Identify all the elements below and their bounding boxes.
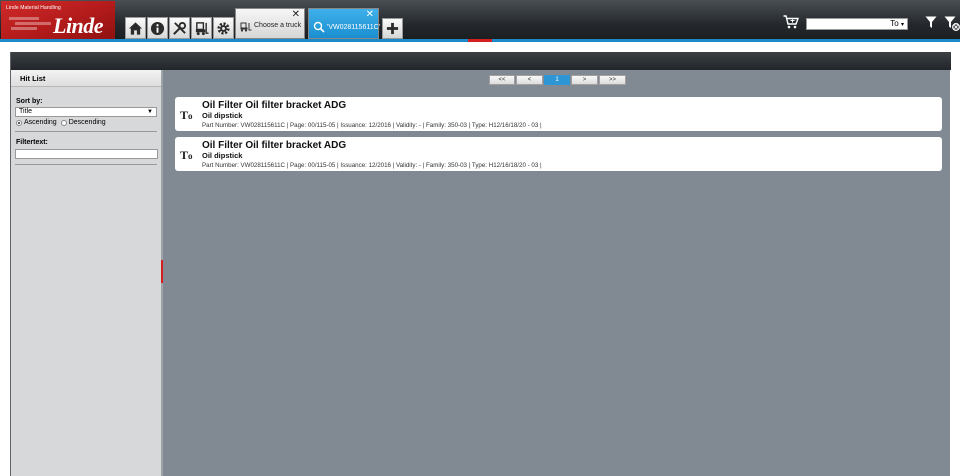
home-button[interactable] [125, 17, 146, 39]
ascending-radio[interactable] [16, 119, 22, 126]
result-title: Oil Filter Oil filter bracket ADG [202, 100, 347, 111]
divider [15, 164, 157, 165]
result-meta: Part Number: VW028115611C | Page: 00/115… [202, 162, 542, 169]
home-icon [128, 21, 143, 35]
frame-header-bar [11, 52, 951, 70]
search-icon [313, 21, 325, 33]
current-page-button[interactable]: 1 [544, 75, 570, 85]
sort-label: Sort by: [16, 98, 43, 105]
filter-label: Filtertext: [16, 139, 48, 146]
active-marker [468, 39, 492, 42]
tab-label: 'VW028115611C' [327, 24, 381, 31]
hit-list-panel: Hit List Sort by: Title ▼ Ascending Desc… [11, 70, 163, 476]
result-item[interactable]: To Oil Filter Oil filter bracket ADG Oil… [175, 137, 942, 171]
forklift-catalog-icon [195, 21, 209, 35]
tool-orders-icon: To [180, 108, 193, 123]
right-edge-strip [951, 52, 960, 476]
tools-icon [173, 21, 187, 35]
logo-tagline: Linde Material Handling [6, 5, 61, 11]
tab-search-results[interactable]: ✕ 'VW028115611C' [308, 8, 381, 39]
header-search-input[interactable]: To ▾ [806, 18, 908, 30]
tab-label: Choose a truck [254, 22, 302, 29]
logo-stripes [9, 16, 53, 30]
next-page-button[interactable]: > [571, 75, 598, 85]
main-toolbar [125, 17, 234, 39]
close-icon[interactable]: ✕ [292, 10, 300, 20]
linde-logo[interactable]: Linde Material Handling Linde [1, 1, 115, 39]
filter-clear-icon[interactable] [944, 16, 960, 31]
divider [15, 131, 157, 132]
add-tab-button[interactable] [382, 18, 403, 39]
panel-title: Hit List [11, 70, 161, 87]
filter-icon[interactable] [925, 16, 937, 29]
pagination: << < 1 > >> [489, 75, 626, 85]
result-icon-suffix: o [188, 151, 193, 161]
content-frame: Hit List Sort by: Title ▼ Ascending Desc… [10, 52, 951, 476]
result-icon-letter: T [180, 148, 189, 162]
last-page-button[interactable]: >> [599, 75, 626, 85]
tool-orders-icon: To [180, 148, 193, 163]
result-item[interactable]: To Oil Filter Oil filter bracket ADG Oil… [175, 97, 942, 131]
chevron-down-icon: ▼ [147, 109, 153, 115]
close-icon[interactable]: ✕ [366, 10, 374, 20]
result-subtitle: Oil dipstick [202, 151, 243, 160]
first-page-button[interactable]: << [489, 75, 515, 85]
result-subtitle: Oil dipstick [202, 111, 243, 120]
filter-text-input[interactable] [15, 149, 158, 159]
plus-icon [386, 22, 399, 35]
descending-option[interactable]: Descending [60, 119, 106, 126]
search-mode-value: To [890, 19, 899, 28]
tab-choose-truck[interactable]: ✕ Choose a truck [235, 8, 305, 39]
forklift-catalog-button[interactable] [191, 17, 212, 39]
top-header: Linde Material Handling Linde ✕ Choose a… [0, 0, 960, 42]
splitter-marker[interactable] [161, 260, 163, 283]
ascending-option[interactable]: Ascending [16, 119, 57, 126]
tools-button[interactable] [169, 17, 190, 39]
sort-value: Title [19, 108, 32, 115]
prev-page-button[interactable]: < [516, 75, 543, 85]
logo-wordmark: Linde [53, 13, 104, 38]
result-icon-letter: T [180, 108, 189, 122]
result-meta: Part Number: VW028115611C | Page: 00/115… [202, 122, 542, 129]
info-icon [150, 21, 165, 35]
cart-icon[interactable] [783, 15, 799, 29]
descending-label: Descending [68, 119, 106, 126]
sort-order-group: Ascending Descending [16, 119, 110, 126]
sort-by-select[interactable]: Title ▼ [15, 107, 157, 117]
result-icon-suffix: o [188, 111, 193, 121]
gear-icon [217, 21, 230, 35]
truck-icon [240, 22, 252, 32]
info-button[interactable] [147, 17, 168, 39]
descending-radio[interactable] [60, 119, 67, 126]
settings-button[interactable] [213, 17, 234, 39]
ascending-label: Ascending [24, 119, 57, 126]
chevron-down-icon[interactable]: ▾ [901, 22, 904, 28]
result-title: Oil Filter Oil filter bracket ADG [202, 140, 347, 151]
